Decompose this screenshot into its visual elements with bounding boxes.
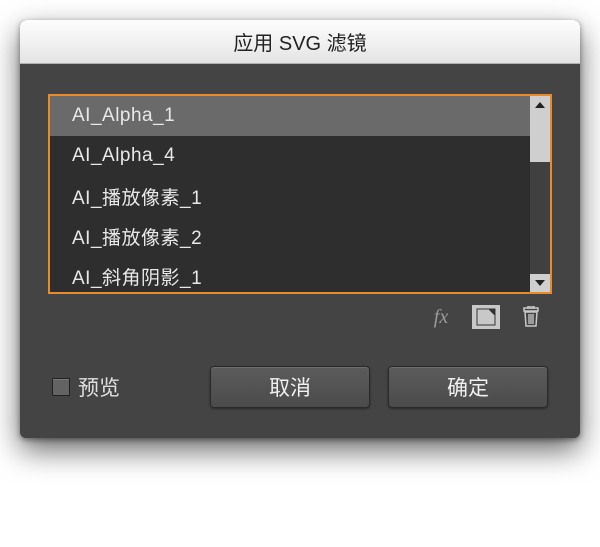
checkbox-box-icon	[52, 378, 70, 396]
ok-button[interactable]: 确定	[388, 366, 548, 408]
fx-button[interactable]: fx	[428, 304, 454, 330]
new-page-icon	[476, 308, 496, 326]
list-item[interactable]: AI_播放像素_1	[50, 176, 530, 216]
list-item[interactable]: AI_Alpha_4	[50, 136, 530, 176]
ok-label: 确定	[447, 372, 489, 402]
list-item[interactable]: AI_斜角阴影_1	[50, 256, 530, 292]
trash-icon	[521, 306, 541, 328]
list-item-label: AI_播放像素_2	[72, 223, 202, 250]
titlebar: 应用 SVG 滤镜	[20, 20, 580, 64]
dialog-content: AI_Alpha_1 AI_Alpha_4 AI_播放像素_1 AI_播放像素_…	[20, 64, 580, 438]
delete-filter-button[interactable]	[518, 304, 544, 330]
dialog-title: 应用 SVG 滤镜	[233, 27, 366, 56]
list-item-label: AI_Alpha_4	[72, 145, 175, 167]
list-item-label: AI_斜角阴影_1	[72, 263, 202, 290]
preview-label: 预览	[78, 372, 120, 402]
list-item-label: AI_Alpha_1	[72, 105, 175, 127]
dialog-footer: 预览 取消 确定	[48, 366, 552, 408]
list-item-label: AI_播放像素_1	[72, 183, 202, 210]
scrollbar[interactable]	[530, 96, 550, 292]
preview-checkbox[interactable]: 预览	[52, 372, 120, 402]
list-item[interactable]: AI_播放像素_2	[50, 216, 530, 256]
scroll-thumb[interactable]	[530, 114, 550, 162]
list-toolbar: fx	[48, 294, 552, 330]
cancel-label: 取消	[269, 372, 311, 402]
scroll-track[interactable]	[530, 114, 550, 274]
fx-icon: fx	[434, 306, 448, 329]
list-item[interactable]: AI_Alpha_1	[50, 96, 530, 136]
scroll-up-arrow-icon[interactable]	[530, 96, 550, 114]
new-filter-button[interactable]	[472, 305, 500, 329]
scroll-down-arrow-icon[interactable]	[530, 274, 550, 292]
svg-filter-dialog: 应用 SVG 滤镜 AI_Alpha_1 AI_Alpha_4 AI_播放像素_…	[20, 20, 580, 438]
cancel-button[interactable]: 取消	[210, 366, 370, 408]
filter-list[interactable]: AI_Alpha_1 AI_Alpha_4 AI_播放像素_1 AI_播放像素_…	[50, 96, 530, 292]
filter-list-container: AI_Alpha_1 AI_Alpha_4 AI_播放像素_1 AI_播放像素_…	[48, 94, 552, 294]
